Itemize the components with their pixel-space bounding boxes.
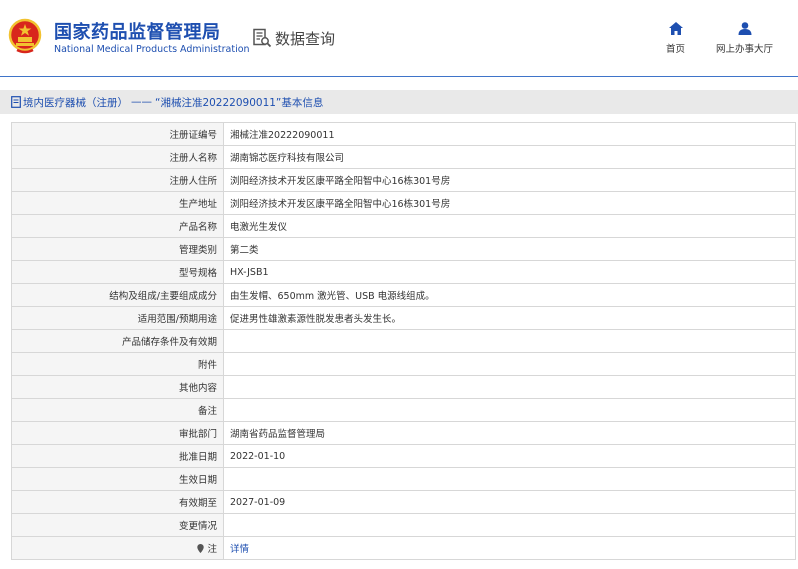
- field-value: [223, 398, 796, 422]
- table-row: 注 详情: [11, 536, 796, 560]
- table-row: 注册人名称 湖南锦芯医疗科技有限公司: [11, 145, 796, 169]
- field-value: [223, 467, 796, 491]
- field-label: 产品名称: [11, 214, 224, 238]
- details-link[interactable]: 详情: [223, 536, 796, 560]
- detail-table-container: 注册证编号 湘械注准20222090011 注册人名称 湖南锦芯医疗科技有限公司…: [11, 122, 796, 560]
- nav-online-hall-label[interactable]: 网上办事大厅: [716, 41, 773, 55]
- field-label: 注册人住所: [11, 168, 224, 192]
- document-search-icon: [253, 28, 272, 48]
- table-row: 产品储存条件及有效期: [11, 329, 796, 353]
- table-row: 生效日期: [11, 467, 796, 491]
- nav-home-label[interactable]: 首页: [666, 41, 685, 55]
- field-value: 湖南锦芯医疗科技有限公司: [223, 145, 796, 169]
- table-row: 变更情况: [11, 513, 796, 537]
- field-value: 浏阳经济技术开发区康平路全阳智中心16栋301号房: [223, 191, 796, 215]
- detail-table: 注册证编号 湘械注准20222090011 注册人名称 湖南锦芯医疗科技有限公司…: [11, 122, 796, 560]
- field-label: 审批部门: [11, 421, 224, 445]
- field-label: 注册人名称: [11, 145, 224, 169]
- field-value: 促进男性雄激素源性脱发患者头发生长。: [223, 306, 796, 330]
- home-icon: [668, 22, 683, 35]
- nav-home[interactable]: 首页: [666, 22, 685, 55]
- field-value: 2022-01-10: [223, 444, 796, 468]
- field-label: 注: [207, 544, 217, 555]
- breadcrumb-category[interactable]: 境内医疗器械（注册）: [23, 95, 128, 110]
- site-title: 国家药品监督管理局: [54, 22, 221, 43]
- table-row: 审批部门 湖南省药品监督管理局: [11, 421, 796, 445]
- field-value: 电激光生发仪: [223, 214, 796, 238]
- data-query-text: 数据查询: [275, 29, 336, 48]
- field-value: [223, 375, 796, 399]
- document-icon: [11, 96, 21, 108]
- field-label: 管理类别: [11, 237, 224, 261]
- breadcrumb-separator: ——: [131, 96, 152, 108]
- header-divider: [0, 76, 798, 77]
- field-value: [223, 352, 796, 376]
- field-label: 结构及组成/主要组成成分: [11, 283, 224, 307]
- table-row: 型号规格 HX-JSB1: [11, 260, 796, 284]
- nav-online-hall[interactable]: 网上办事大厅: [716, 22, 773, 55]
- table-row: 有效期至 2027-01-09: [11, 490, 796, 514]
- pin-icon: [197, 544, 205, 553]
- field-value: 第二类: [223, 237, 796, 261]
- field-label: 型号规格: [11, 260, 224, 284]
- table-row: 批准日期 2022-01-10: [11, 444, 796, 468]
- note-label-cell: 注: [11, 536, 224, 560]
- field-value: 浏阳经济技术开发区康平路全阳智中心16栋301号房: [223, 168, 796, 192]
- table-row: 生产地址 浏阳经济技术开发区康平路全阳智中心16栋301号房: [11, 191, 796, 215]
- field-label: 生产地址: [11, 191, 224, 215]
- table-row: 附件: [11, 352, 796, 376]
- field-label: 产品储存条件及有效期: [11, 329, 224, 353]
- table-row: 产品名称 电激光生发仪: [11, 214, 796, 238]
- field-label: 批准日期: [11, 444, 224, 468]
- site-header: 国家药品监督管理局 National Medical Products Admi…: [0, 0, 798, 76]
- field-label: 变更情况: [11, 513, 224, 537]
- field-value: 湖南省药品监督管理局: [223, 421, 796, 445]
- field-value: 湘械注准20222090011: [223, 122, 796, 146]
- table-row: 备注: [11, 398, 796, 422]
- emblem-logo: [8, 18, 42, 54]
- field-label: 有效期至: [11, 490, 224, 514]
- breadcrumb-current: “湘械注准20222090011”基本信息: [155, 96, 324, 109]
- field-label: 生效日期: [11, 467, 224, 491]
- site-subtitle: National Medical Products Administration: [54, 44, 250, 55]
- field-label: 适用范围/预期用途: [11, 306, 224, 330]
- table-row: 适用范围/预期用途 促进男性雄激素源性脱发患者头发生长。: [11, 306, 796, 330]
- field-label: 附件: [11, 352, 224, 376]
- field-label: 注册证编号: [11, 122, 224, 146]
- field-label: 备注: [11, 398, 224, 422]
- table-row: 其他内容: [11, 375, 796, 399]
- table-row: 结构及组成/主要组成成分 由生发帽、650mm 激光管、USB 电源线组成。: [11, 283, 796, 307]
- data-query-label: 数据查询: [252, 27, 335, 49]
- field-value: 2027-01-09: [223, 490, 796, 514]
- field-value: HX-JSB1: [223, 260, 796, 284]
- table-row: 管理类别 第二类: [11, 237, 796, 261]
- table-row: 注册证编号 湘械注准20222090011: [11, 122, 796, 146]
- breadcrumb: 境内医疗器械（注册） —— “湘械注准20222090011”基本信息: [0, 90, 798, 114]
- field-value: 由生发帽、650mm 激光管、USB 电源线组成。: [223, 283, 796, 307]
- field-label: 其他内容: [11, 375, 224, 399]
- field-value: [223, 329, 796, 353]
- person-icon: [738, 22, 751, 35]
- table-row: 注册人住所 浏阳经济技术开发区康平路全阳智中心16栋301号房: [11, 168, 796, 192]
- field-value: [223, 513, 796, 537]
